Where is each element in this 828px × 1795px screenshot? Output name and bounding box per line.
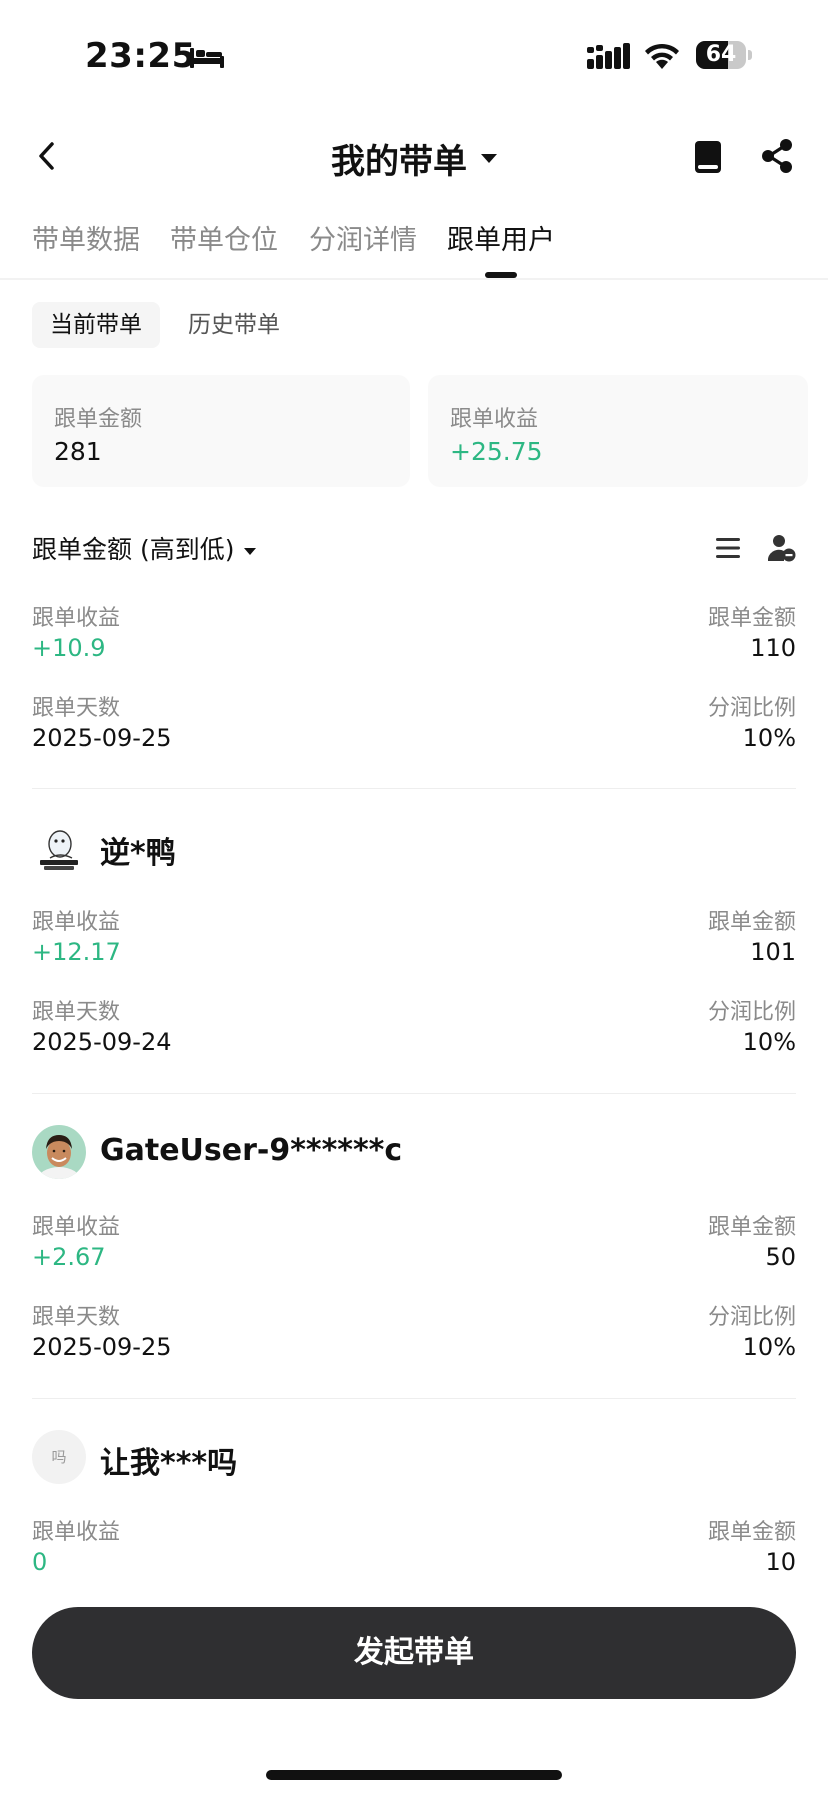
chevron-down-icon — [481, 154, 497, 163]
sort-label: 跟单金额 (高到低) — [32, 535, 235, 564]
amount-value: 110 — [750, 634, 796, 662]
amount-value: 10 — [765, 1548, 796, 1576]
user-card[interactable]: 逆*鸭 跟单收益 跟单金额 +12.17 101 跟单天数 分润比例 2025-… — [0, 820, 828, 1080]
subtab-current[interactable]: 当前带单 — [32, 302, 160, 348]
avatar: 吗 — [32, 1430, 86, 1484]
list-divider — [32, 788, 796, 789]
ratio-value: 10% — [742, 724, 796, 752]
subtab-history[interactable]: 历史带单 — [170, 302, 298, 348]
share-icon[interactable] — [760, 138, 794, 174]
page-title: 我的带单 — [331, 142, 467, 182]
ratio-label: 分润比例 — [707, 1000, 796, 1025]
days-label: 跟单天数 — [32, 696, 121, 721]
amount-value: 50 — [765, 1243, 796, 1271]
user-card[interactable]: GateUser-9******c 跟单收益 跟单金额 +2.67 50 跟单天… — [0, 1125, 828, 1385]
user-card[interactable]: 吗 让我***吗 跟单收益 跟单金额 0 10 — [0, 1430, 828, 1590]
list-view-icon[interactable] — [716, 536, 740, 560]
profit-label: 跟单收益 — [32, 1215, 121, 1240]
amount-value: 101 — [750, 938, 796, 966]
days-label: 跟单天数 — [32, 1000, 121, 1025]
list-divider — [32, 1093, 796, 1094]
profit-label: 跟单收益 — [32, 910, 121, 935]
profit-value: +12.17 — [32, 938, 121, 966]
ratio-value: 10% — [742, 1028, 796, 1056]
summary-profit-card: 跟单收益 +25.75 — [428, 375, 808, 487]
list-divider — [32, 1398, 796, 1399]
tab-profit-share-details[interactable]: 分润详情 — [309, 218, 417, 257]
ratio-value: 10% — [742, 1333, 796, 1361]
amount-label: 跟单金额 — [707, 606, 796, 631]
user-name: GateUser-9******c — [100, 1133, 403, 1168]
tab-leading-positions[interactable]: 带单仓位 — [170, 218, 278, 257]
profit-label: 跟单收益 — [32, 606, 121, 631]
sort-dropdown[interactable]: 跟单金额 (高到低) — [32, 530, 257, 566]
cellular-signal-icon — [587, 43, 630, 69]
book-icon[interactable] — [694, 140, 722, 174]
avatar — [32, 1125, 86, 1179]
profit-value: +2.67 — [32, 1243, 106, 1271]
home-indicator — [266, 1770, 562, 1780]
status-bar: 23:25 64 — [0, 0, 828, 110]
wifi-icon — [645, 43, 679, 69]
battery-indicator: 64 — [696, 41, 752, 69]
days-label: 跟单天数 — [32, 1305, 121, 1330]
sleep-focus-icon — [190, 48, 224, 68]
battery-shell: 64 — [696, 41, 746, 69]
chevron-down-icon — [244, 547, 257, 555]
amount-label: 跟单金额 — [707, 910, 796, 935]
nav-bar: 我的带单 — [0, 120, 828, 190]
summary-amount-value: 281 — [54, 437, 102, 466]
days-value: 2025-09-25 — [32, 724, 172, 752]
tab-leading-data[interactable]: 带单数据 — [32, 218, 140, 257]
ratio-label: 分润比例 — [707, 1305, 796, 1330]
amount-label: 跟单金额 — [707, 1215, 796, 1240]
user-name: 让我***吗 — [100, 1446, 238, 1481]
user-settings-icon[interactable] — [768, 534, 796, 562]
user-name: 逆*鸭 — [100, 836, 176, 871]
summary-profit-label: 跟单收益 — [450, 407, 539, 432]
days-value: 2025-09-25 — [32, 1333, 172, 1361]
profit-label: 跟单收益 — [32, 1520, 121, 1545]
summary-amount-card: 跟单金额 281 — [32, 375, 410, 487]
start-leading-button[interactable]: 发起带单 — [32, 1607, 796, 1699]
summary-amount-label: 跟单金额 — [54, 407, 143, 432]
battery-percent: 64 — [705, 42, 737, 67]
days-value: 2025-09-24 — [32, 1028, 172, 1056]
profit-value: +10.9 — [32, 634, 106, 662]
ratio-label: 分润比例 — [707, 696, 796, 721]
tabs-divider — [0, 278, 828, 280]
user-card[interactable]: 跟单收益 跟单金额 +10.9 110 跟单天数 分润比例 2025-09-25… — [0, 600, 828, 790]
status-time: 23:25 — [85, 36, 196, 76]
profit-value: 0 — [32, 1548, 48, 1576]
avatar — [32, 820, 86, 874]
tab-copy-users[interactable]: 跟单用户 — [447, 218, 555, 257]
battery-nub — [748, 50, 752, 60]
amount-label: 跟单金额 — [707, 1520, 796, 1545]
summary-profit-value: +25.75 — [450, 437, 543, 466]
